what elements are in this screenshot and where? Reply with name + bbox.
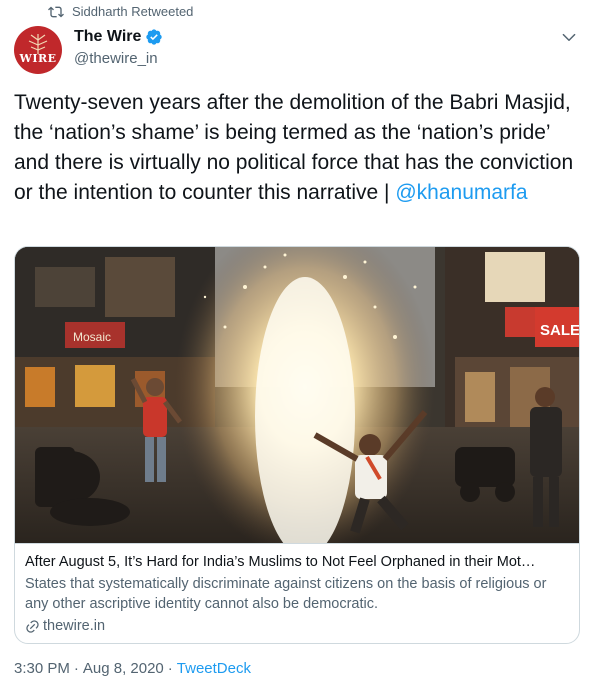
chevron-down-icon[interactable] — [560, 28, 578, 46]
tweet-text: Twenty-seven years after the demolition … — [14, 88, 574, 208]
verified-badge-icon — [146, 29, 163, 45]
tweet-footer: 3:30 PM · Aug 8, 2020 · TweetDeck — [14, 660, 251, 677]
shop-sign-left: Mosaic — [73, 330, 111, 344]
footer-separator: · — [73, 660, 79, 677]
link-icon — [26, 619, 39, 633]
tweet-date[interactable]: Aug 8, 2020 — [83, 660, 164, 677]
mention-link[interactable]: @khanumarfa — [395, 181, 527, 204]
footer-separator: · — [167, 660, 173, 677]
shop-sign-right: SALE — [540, 322, 579, 339]
author-name[interactable]: The Wire — [74, 28, 141, 46]
card-domain-text: thewire.in — [43, 618, 106, 634]
card-body: After August 5, It’s Hard for India’s Mu… — [15, 544, 579, 636]
tweet-source-link[interactable]: TweetDeck — [177, 660, 251, 677]
avatar[interactable]: WIRE — [14, 26, 62, 74]
retweet-context[interactable]: Siddharth Retweeted — [48, 4, 193, 20]
tweet-time[interactable]: 3:30 PM — [14, 660, 70, 677]
retweet-text: Siddharth Retweeted — [72, 4, 194, 19]
link-card[interactable]: Mosaic SALE After August 5, It’s Hard fo… — [14, 246, 580, 644]
card-title: After August 5, It’s Hard for India’s Mu… — [25, 554, 536, 570]
card-domain: thewire.in — [25, 616, 569, 636]
author-handle[interactable]: @thewire_in — [74, 50, 550, 67]
tweet-header: The Wire @thewire_in — [74, 26, 550, 67]
card-image[interactable]: Mosaic SALE — [15, 247, 579, 544]
retweet-icon — [48, 6, 64, 18]
card-photo: Mosaic SALE — [15, 247, 579, 543]
avatar-logo-text: WIRE — [19, 52, 57, 65]
wire-logo-icon — [28, 34, 48, 54]
card-description: States that systematically discriminate … — [25, 576, 547, 612]
